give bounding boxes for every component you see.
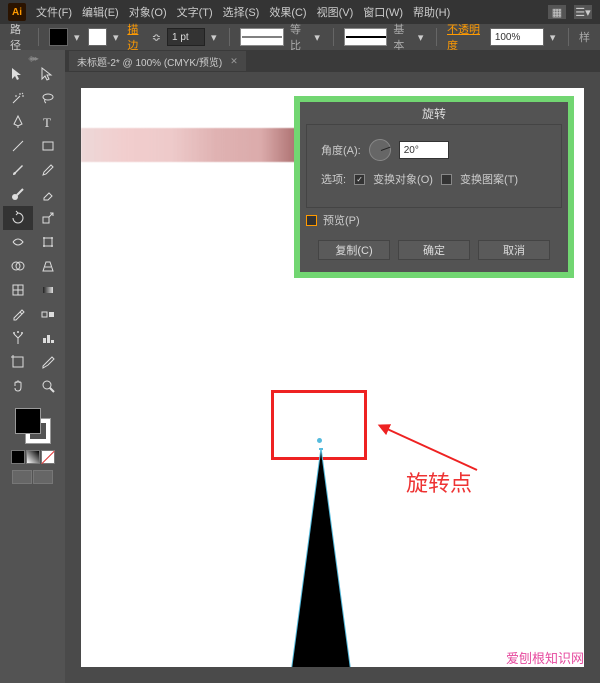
- preview-label: 预览(P): [323, 212, 360, 228]
- watermark: 爱刨根知识网: [506, 648, 584, 667]
- menu-view[interactable]: 视图(V): [317, 4, 354, 20]
- rectangle-tool[interactable]: [33, 134, 63, 158]
- slice-tool[interactable]: [33, 350, 63, 374]
- scale-tool[interactable]: [33, 206, 63, 230]
- tab-bar: 未标题-2* @ 100% (CMYK/预览) ✕: [65, 50, 600, 72]
- dialog-title: 旋转: [300, 102, 568, 124]
- angle-input[interactable]: [399, 141, 449, 159]
- free-transform-tool[interactable]: [33, 230, 63, 254]
- object-type-label: 路径: [10, 21, 28, 53]
- direct-selection-tool[interactable]: [33, 62, 63, 86]
- stroke-menu-chevron[interactable]: ▾: [113, 31, 121, 44]
- graph-tool[interactable]: [33, 326, 63, 350]
- width-tool[interactable]: [3, 230, 33, 254]
- eyedropper-tool[interactable]: [3, 302, 33, 326]
- hand-tool[interactable]: [3, 374, 33, 398]
- annotation-label: 旋转点: [406, 466, 472, 498]
- zoom-tool[interactable]: [33, 374, 63, 398]
- type-tool[interactable]: T: [33, 110, 63, 134]
- transform-objects-label: 变换对象(O): [373, 171, 433, 187]
- lasso-tool[interactable]: [33, 86, 63, 110]
- color-picker[interactable]: [15, 408, 51, 444]
- document-tab[interactable]: 未标题-2* @ 100% (CMYK/预览) ✕: [69, 51, 246, 71]
- rotate-tool[interactable]: [3, 206, 33, 230]
- blob-brush-tool[interactable]: [3, 182, 33, 206]
- angle-label: 角度(A):: [321, 142, 361, 158]
- stroke-weight-input[interactable]: [167, 28, 205, 46]
- opacity-link[interactable]: 不透明度: [447, 21, 484, 53]
- menu-select[interactable]: 选择(S): [223, 4, 260, 20]
- menu-help[interactable]: 帮助(H): [413, 4, 450, 20]
- menu-type[interactable]: 文字(T): [177, 4, 213, 20]
- options-bar: 路径 ▾ ▾ 描边 ≎ ▾ 等比 ▾ 基本 ▾ 不透明度 ▾ 样: [0, 24, 600, 50]
- gradient-tool[interactable]: [33, 278, 63, 302]
- cancel-button[interactable]: 取消: [478, 240, 550, 260]
- needle-shape[interactable]: [281, 448, 361, 667]
- brush-tool[interactable]: [3, 158, 33, 182]
- transform-objects-checkbox[interactable]: ✓: [354, 174, 365, 185]
- artboard-tool[interactable]: [3, 350, 33, 374]
- menu-effect[interactable]: 效果(C): [269, 4, 306, 20]
- line-tool[interactable]: [3, 134, 33, 158]
- angle-dial[interactable]: [369, 139, 391, 161]
- tab-close-icon[interactable]: ✕: [230, 56, 238, 67]
- canvas[interactable]: 旋转 角度(A): 选项: ✓ 变换对象(O): [81, 88, 584, 667]
- scale-label: 等比: [290, 21, 308, 53]
- document-area: 未标题-2* @ 100% (CMYK/预览) ✕ 旋转 角度(A):: [65, 50, 600, 683]
- stroke-swatch[interactable]: [88, 28, 107, 46]
- tab-title: 未标题-2* @ 100% (CMYK/预览): [77, 54, 222, 69]
- color-mode-gradient[interactable]: [26, 450, 40, 464]
- brush-select[interactable]: [344, 28, 388, 46]
- fill-menu-chevron[interactable]: ▾: [74, 31, 82, 44]
- rotate-dialog: 旋转 角度(A): 选项: ✓ 变换对象(O): [300, 102, 568, 272]
- mesh-tool[interactable]: [3, 278, 33, 302]
- draw-mode[interactable]: [12, 470, 32, 484]
- bridge-icon[interactable]: ▦: [548, 5, 566, 19]
- eraser-tool[interactable]: [33, 182, 63, 206]
- dialog-highlight: 旋转 角度(A): 选项: ✓ 变换对象(O): [294, 96, 574, 278]
- menu-object[interactable]: 对象(O): [129, 4, 167, 20]
- options-label: 选项:: [321, 171, 346, 187]
- fill-swatch[interactable]: [49, 28, 68, 46]
- perspective-tool[interactable]: [33, 254, 63, 278]
- shape-builder-tool[interactable]: [3, 254, 33, 278]
- basic-label: 基本: [393, 21, 411, 53]
- transform-patterns-checkbox[interactable]: [441, 174, 452, 185]
- pivot-point: [317, 438, 322, 443]
- blend-tool[interactable]: [33, 302, 63, 326]
- ok-button[interactable]: 确定: [398, 240, 470, 260]
- magic-wand-tool[interactable]: [3, 86, 33, 110]
- pencil-tool[interactable]: [33, 158, 63, 182]
- panel-handle[interactable]: ◈ ▸▸: [13, 54, 53, 62]
- copy-button[interactable]: 复制(C): [318, 240, 390, 260]
- style-label: 样: [579, 29, 590, 45]
- profile-select[interactable]: [240, 28, 284, 46]
- transform-patterns-label: 变换图案(T): [460, 171, 518, 187]
- menu-file[interactable]: 文件(F): [36, 4, 72, 20]
- color-mode-none[interactable]: [41, 450, 55, 464]
- selection-tool[interactable]: [3, 62, 33, 86]
- svg-text:T: T: [43, 115, 51, 130]
- pen-tool[interactable]: [3, 110, 33, 134]
- menu-edit[interactable]: 编辑(E): [82, 4, 119, 20]
- menu-window[interactable]: 窗口(W): [363, 4, 403, 20]
- color-mode-solid[interactable]: [11, 450, 25, 464]
- preview-checkbox[interactable]: [306, 215, 317, 226]
- stroke-link[interactable]: 描边: [127, 21, 145, 53]
- screen-mode[interactable]: [33, 470, 53, 484]
- arrange-icon[interactable]: ☰▾: [574, 5, 592, 19]
- symbol-sprayer-tool[interactable]: [3, 326, 33, 350]
- opacity-input[interactable]: [490, 28, 544, 46]
- tool-panel: ◈ ▸▸ T: [0, 50, 65, 683]
- app-logo: Ai: [8, 3, 26, 21]
